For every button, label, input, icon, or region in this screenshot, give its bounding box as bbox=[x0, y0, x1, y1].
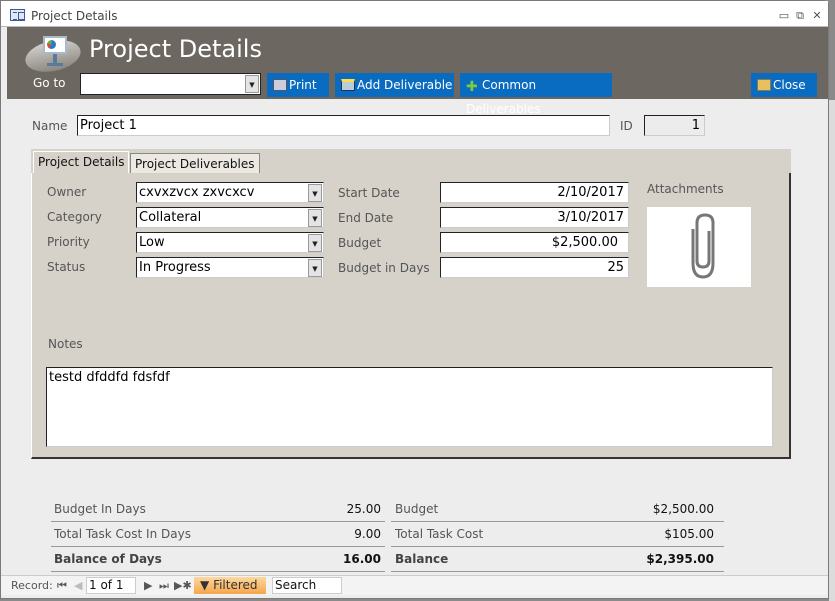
budget-label: Budget bbox=[338, 236, 382, 250]
summary-row: Total Task Cost $105.00 bbox=[391, 522, 724, 547]
restore-icon[interactable]: ⧉ bbox=[793, 9, 807, 23]
funnel-icon: ▼ bbox=[200, 578, 210, 592]
start-date-field[interactable]: 2/10/2017 bbox=[440, 182, 629, 203]
tab-project-deliverables[interactable]: Project Deliverables bbox=[130, 153, 260, 173]
summary-row: Balance $2,395.00 bbox=[391, 547, 724, 572]
chevron-down-icon[interactable]: ▼ bbox=[308, 209, 322, 227]
priority-combobox[interactable]: Low ▼ bbox=[136, 232, 324, 253]
status-label: Status bbox=[47, 260, 86, 274]
budget-field[interactable]: $2,500.00 bbox=[440, 232, 629, 253]
exit-door-icon bbox=[757, 79, 771, 91]
form-body: Name Project 1 ID 1 Project Details Proj… bbox=[7, 99, 828, 572]
next-record-icon[interactable]: ▶ bbox=[144, 579, 152, 592]
budget-days-label: Budget in Days bbox=[338, 261, 430, 275]
printer-icon bbox=[273, 79, 287, 91]
chevron-down-icon[interactable]: ▼ bbox=[308, 234, 322, 252]
summary-row: Budget $2,500.00 bbox=[391, 497, 724, 522]
status-combobox[interactable]: In Progress ▼ bbox=[136, 257, 324, 278]
paperclip-icon bbox=[691, 213, 715, 279]
attachments-label: Attachments bbox=[647, 182, 724, 196]
add-item-icon bbox=[341, 79, 355, 91]
goto-combobox[interactable]: ▼ bbox=[80, 73, 261, 95]
record-label: Record: bbox=[11, 579, 53, 592]
previous-record-icon[interactable]: ◀ bbox=[74, 579, 82, 592]
summary-row: Budget In Days 25.00 bbox=[51, 497, 385, 522]
search-input[interactable]: Search bbox=[272, 577, 342, 594]
start-date-label: Start Date bbox=[338, 186, 400, 200]
common-deliverables-button[interactable]: ✚ Common Deliverables bbox=[460, 73, 612, 116]
category-combobox[interactable]: Collateral ▼ bbox=[136, 207, 324, 228]
form-icon bbox=[10, 9, 25, 21]
id-label: ID bbox=[620, 119, 633, 133]
goto-label: Go to bbox=[33, 76, 66, 90]
page-title: Project Details bbox=[89, 35, 262, 63]
end-date-label: End Date bbox=[338, 211, 394, 225]
id-field: 1 bbox=[644, 115, 705, 136]
project-details-window: Project Details ▭ ⧉ ✕ Project Details Go… bbox=[0, 0, 829, 599]
name-field[interactable]: Project 1 bbox=[77, 115, 610, 136]
add-deliverable-button[interactable]: Add Deliverable bbox=[335, 73, 454, 97]
owner-combobox[interactable]: cxvxzvcx zxvcxcv ▼ bbox=[136, 182, 324, 203]
chevron-down-icon[interactable]: ▼ bbox=[308, 259, 322, 277]
print-button[interactable]: Print bbox=[267, 73, 329, 97]
title-bar: Project Details ▭ ⧉ ✕ bbox=[1, 1, 828, 27]
owner-label: Owner bbox=[47, 185, 87, 199]
notes-field[interactable]: testd dfddfd fdsfdf bbox=[46, 367, 773, 447]
minimize-icon[interactable]: ▭ bbox=[777, 9, 791, 22]
filter-toggle-button[interactable]: ▼ Filtered bbox=[194, 577, 266, 594]
form-header: Project Details Go to ▼ Print Add Delive… bbox=[7, 27, 828, 116]
summary-row: Total Task Cost In Days 9.00 bbox=[51, 522, 385, 547]
end-date-field[interactable]: 3/10/2017 bbox=[440, 207, 629, 228]
category-label: Category bbox=[47, 210, 102, 224]
vertical-scrollbar[interactable] bbox=[829, 100, 835, 601]
close-button[interactable]: Close bbox=[751, 73, 817, 97]
window-title: Project Details bbox=[31, 9, 118, 23]
record-number-field[interactable]: 1 of 1 bbox=[86, 577, 136, 594]
record-navigation-bar: Record: ⏮ ◀ 1 of 1 ▶ ⏭ ▶✱ ▼ Filtered Sea… bbox=[1, 575, 828, 595]
notes-label: Notes bbox=[48, 337, 83, 351]
chevron-down-icon[interactable]: ▼ bbox=[308, 184, 322, 202]
priority-label: Priority bbox=[47, 235, 90, 249]
tab-strip: Project Details Project Deliverables bbox=[31, 149, 791, 173]
add-plus-icon: ✚ bbox=[466, 79, 478, 95]
budget-days-field[interactable]: 25 bbox=[440, 257, 629, 278]
attachments-field[interactable] bbox=[647, 207, 751, 287]
presentation-icon bbox=[22, 33, 84, 77]
tab-project-details[interactable]: Project Details bbox=[33, 151, 130, 173]
name-label: Name bbox=[32, 119, 68, 133]
summary-row: Balance of Days 16.00 bbox=[51, 547, 385, 572]
chevron-down-icon[interactable]: ▼ bbox=[245, 75, 259, 93]
close-window-icon[interactable]: ✕ bbox=[810, 9, 824, 22]
new-record-icon[interactable]: ▶✱ bbox=[174, 579, 192, 592]
project-details-panel: Owner cxvxzvcx zxvcxcv ▼ Category Collate… bbox=[31, 173, 791, 459]
last-record-icon[interactable]: ⏭ bbox=[159, 579, 169, 593]
first-record-icon[interactable]: ⏮ bbox=[57, 579, 67, 593]
